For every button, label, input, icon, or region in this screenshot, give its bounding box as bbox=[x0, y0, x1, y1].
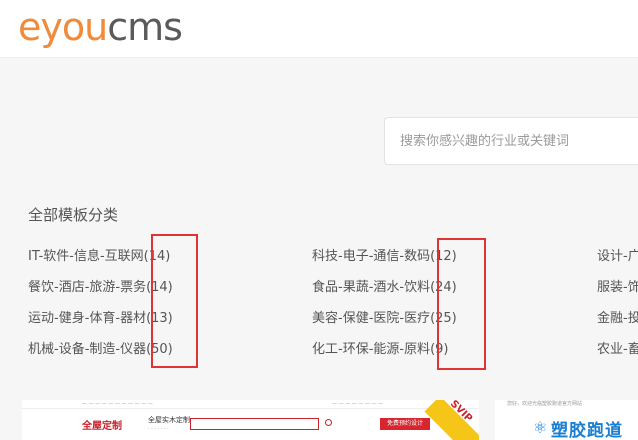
card-brand: 全屋定制 bbox=[82, 421, 122, 432]
search-box bbox=[384, 117, 638, 165]
logo-part-eyou: eyou bbox=[18, 5, 108, 49]
logo-part-cms: cms bbox=[107, 5, 183, 49]
template-card[interactable]: 您好，欢迎光临塑胶跑道官方网站 ⚛ 塑胶跑道 bbox=[495, 400, 638, 440]
search-icon bbox=[318, 418, 341, 430]
category-link[interactable]: 服装-饰 bbox=[597, 279, 638, 297]
section-title: 全部模板分类 bbox=[28, 206, 119, 224]
highlight-box-col1 bbox=[151, 234, 198, 368]
card-slogan-sub: · · · · · · · bbox=[148, 426, 169, 432]
card-logo-text: 塑胶跑道 bbox=[551, 421, 623, 440]
card-topbar: 您好，欢迎光临塑胶跑道官方网站 bbox=[507, 401, 583, 407]
site-logo[interactable]: eyoucms bbox=[18, 4, 183, 50]
category-link[interactable]: IT-软件-信息-互联网(14) bbox=[28, 248, 170, 266]
card-cta-button: 免费预约设计 bbox=[380, 418, 430, 430]
atom-icon: ⚛ bbox=[533, 418, 548, 437]
category-link[interactable]: 美容-保健-医院-医疗(25) bbox=[312, 310, 457, 328]
card-slogan: 全屋实木定制 · · · · · · · bbox=[148, 416, 190, 434]
category-link[interactable]: 科技-电子-通信-数码(12) bbox=[312, 248, 457, 266]
card-slogan-text: 全屋实木定制 bbox=[148, 416, 190, 424]
highlight-box-col2 bbox=[437, 238, 486, 370]
card-topbar: — — — — — — — — — — — — — — — — — — — bbox=[22, 400, 479, 409]
template-card[interactable]: — — — — — — — — — — — — — — — — — — — 全屋… bbox=[22, 400, 479, 440]
category-link[interactable]: 食品-果蔬-酒水-饮料(24) bbox=[312, 279, 457, 297]
category-link[interactable]: 化工-环保-能源-原料(9) bbox=[312, 341, 449, 359]
category-link[interactable]: 农业-畜 bbox=[597, 341, 638, 359]
site-header: eyoucms bbox=[0, 0, 638, 58]
category-link[interactable]: 设计-广 bbox=[597, 248, 638, 266]
category-link[interactable]: 金融-投 bbox=[597, 310, 638, 328]
search-input[interactable] bbox=[385, 118, 638, 164]
